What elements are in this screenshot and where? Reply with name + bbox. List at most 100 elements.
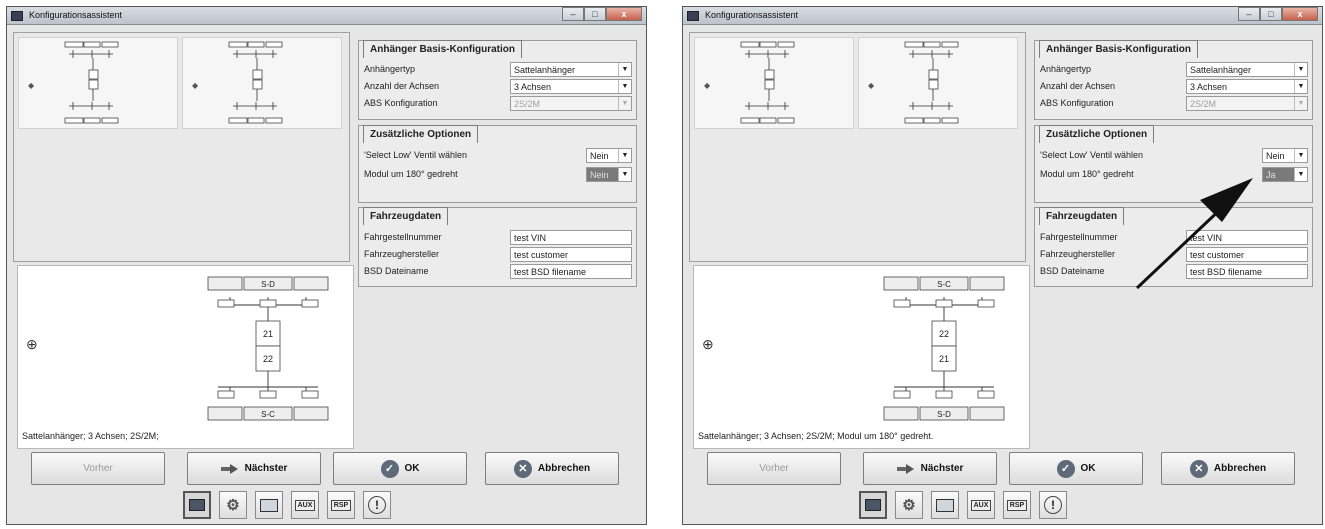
basis-config-panel: Anhänger Basis-Konfiguration Anhängertyp… [358,40,637,120]
previous-button-label: Vorher [83,463,113,474]
layout-thumbnail-1[interactable]: ◆ [18,37,178,129]
vehicle-data-panel: Fahrzeugdaten Fahrgestellnummer test VIN… [1034,207,1313,287]
next-button[interactable]: Nächster [863,452,997,485]
maximize-button[interactable]: □ [584,7,606,21]
toolbar-aux-button[interactable]: AUX [967,491,995,519]
axle-count-select[interactable]: 3 Achsen ▼ [1186,79,1308,94]
exclamation-icon: ! [368,496,386,514]
toolbar-module-button[interactable] [859,491,887,519]
checkmark-icon: ✓ [380,459,399,478]
sensor-bottom-label: S-D [937,410,951,419]
toolbar-rsp-button[interactable]: RSP [1003,491,1031,519]
trailer-type-select[interactable]: Sattelanhänger ▼ [1186,62,1308,77]
cancel-button[interactable]: ✕ Abbrechen [1161,452,1295,485]
toolbar-rsp-button[interactable]: RSP [327,491,355,519]
bsd-filename-label: BSD Dateiname [1040,266,1105,276]
previous-button[interactable]: Vorher [31,452,165,485]
vin-row: Fahrgestellnummer test VIN [364,230,632,246]
ok-button-label: OK [404,463,420,474]
chevron-down-icon: ▼ [1294,149,1307,162]
vin-row: Fahrgestellnummer test VIN [1040,230,1308,246]
vin-label: Fahrgestellnummer [1040,232,1118,242]
toolbar-info-button[interactable]: ! [1039,491,1067,519]
abs-config-label: ABS Konfiguration [1040,98,1114,108]
trailer-type-label: Anhängertyp [1040,64,1092,74]
ok-button[interactable]: ✓ OK [1009,452,1143,485]
toolbar-screen-button[interactable] [931,491,959,519]
title-bar: Konfigurationsassistent – □ x [7,7,646,25]
diamond-icon: ◆ [28,81,35,90]
chevron-down-icon: ▼ [618,63,631,76]
select-low-row: 'Select Low' Ventil wählen Nein ▼ [1040,148,1308,164]
chevron-down-icon: ▼ [1294,63,1307,76]
cancel-button-label: Abbrechen [537,463,591,474]
vehicle-data-header: Fahrzeugdaten [363,207,449,225]
toolbar-module-button[interactable] [183,491,211,519]
bsd-filename-field[interactable]: test BSD filename [1186,264,1308,279]
basis-config-panel: Anhänger Basis-Konfiguration Anhängertyp… [1034,40,1313,120]
manufacturer-row: Fahrzeughersteller test customer [1040,247,1308,263]
manufacturer-field[interactable]: test customer [1186,247,1308,262]
bsd-filename-field[interactable]: test BSD filename [510,264,632,279]
toolbar-settings-button[interactable]: ⚙ [895,491,923,519]
maximize-button[interactable]: □ [1260,7,1282,21]
close-button[interactable]: x [606,7,642,21]
toolbar-settings-button[interactable]: ⚙ [219,491,247,519]
module-rotation-value: Ja [1266,170,1276,180]
chevron-down-icon: ▼ [1294,168,1307,181]
crosshair-icon: ⊕ [702,336,714,352]
aux-icon: AUX [970,499,992,511]
module-bottom-label: 22 [263,354,273,364]
layout-thumbnail-1[interactable]: ◆ [694,37,854,129]
axle-count-select[interactable]: 3 Achsen ▼ [510,79,632,94]
config-wizard-window-1: Konfigurationsassistent – □ x ◆ ◆ ⊕ S-D … [6,6,647,525]
arrow-right-icon [220,463,239,474]
abs-config-label: ABS Konfiguration [364,98,438,108]
chevron-down-icon: ▼ [618,168,631,181]
window-title: Konfigurationsassistent [29,10,123,20]
abs-config-select[interactable]: 2S/2M ▼ [510,96,632,111]
close-button[interactable]: x [1282,7,1318,21]
previous-button[interactable]: Vorher [707,452,841,485]
axle-count-label: Anzahl der Achsen [1040,81,1116,91]
layout-thumbnail-2[interactable]: ◆ [182,37,342,129]
toolbar-info-button[interactable]: ! [363,491,391,519]
cancel-button[interactable]: ✕ Abbrechen [485,452,619,485]
vin-field[interactable]: test VIN [510,230,632,245]
screen-icon [936,498,954,512]
ok-button[interactable]: ✓ OK [333,452,467,485]
chevron-down-icon: ▼ [618,149,631,162]
select-low-select[interactable]: Nein ▼ [1262,148,1308,163]
module-rotation-select[interactable]: Nein ▼ [586,167,632,182]
cancel-button-label: Abbrechen [1213,463,1267,474]
abs-config-row: ABS Konfiguration 2S/2M ▼ [1040,96,1308,112]
thumbnail-diagram [228,41,283,124]
select-low-label: 'Select Low' Ventil wählen [1040,150,1143,160]
module-rotation-row: Modul um 180° gedreht Ja ▼ [1040,167,1308,183]
toolbar-aux-button[interactable]: AUX [291,491,319,519]
bottom-toolbar: ⚙ AUX RSP ! [859,491,1067,519]
module-rotation-select[interactable]: Ja ▼ [1262,167,1308,182]
layout-preview-area: ◆ ◆ [13,32,350,262]
trailer-diagram-panel: ⊕ S-D S-C 21 22 Sattelanhänger; 3 Achsen… [17,265,354,449]
next-button[interactable]: Nächster [187,452,321,485]
cancel-x-icon: ✕ [513,459,532,478]
module-rotation-label: Modul um 180° gedreht [364,169,458,179]
manufacturer-row: Fahrzeughersteller test customer [364,247,632,263]
gear-icon: ⚙ [902,497,916,514]
rsp-icon: RSP [1006,499,1028,511]
chevron-down-icon: ▼ [1294,80,1307,93]
trailer-type-select[interactable]: Sattelanhänger ▼ [510,62,632,77]
window-title: Konfigurationsassistent [705,10,799,20]
basis-config-header: Anhänger Basis-Konfiguration [363,40,523,58]
minimize-button[interactable]: – [1238,7,1260,21]
axle-count-row: Anzahl der Achsen 3 Achsen ▼ [1040,79,1308,95]
abs-config-select[interactable]: 2S/2M ▼ [1186,96,1308,111]
toolbar-screen-button[interactable] [255,491,283,519]
select-low-select[interactable]: Nein ▼ [586,148,632,163]
manufacturer-field[interactable]: test customer [510,247,632,262]
minimize-button[interactable]: – [562,7,584,21]
layout-thumbnail-2[interactable]: ◆ [858,37,1018,129]
screen-icon [260,498,278,512]
vin-field[interactable]: test VIN [1186,230,1308,245]
